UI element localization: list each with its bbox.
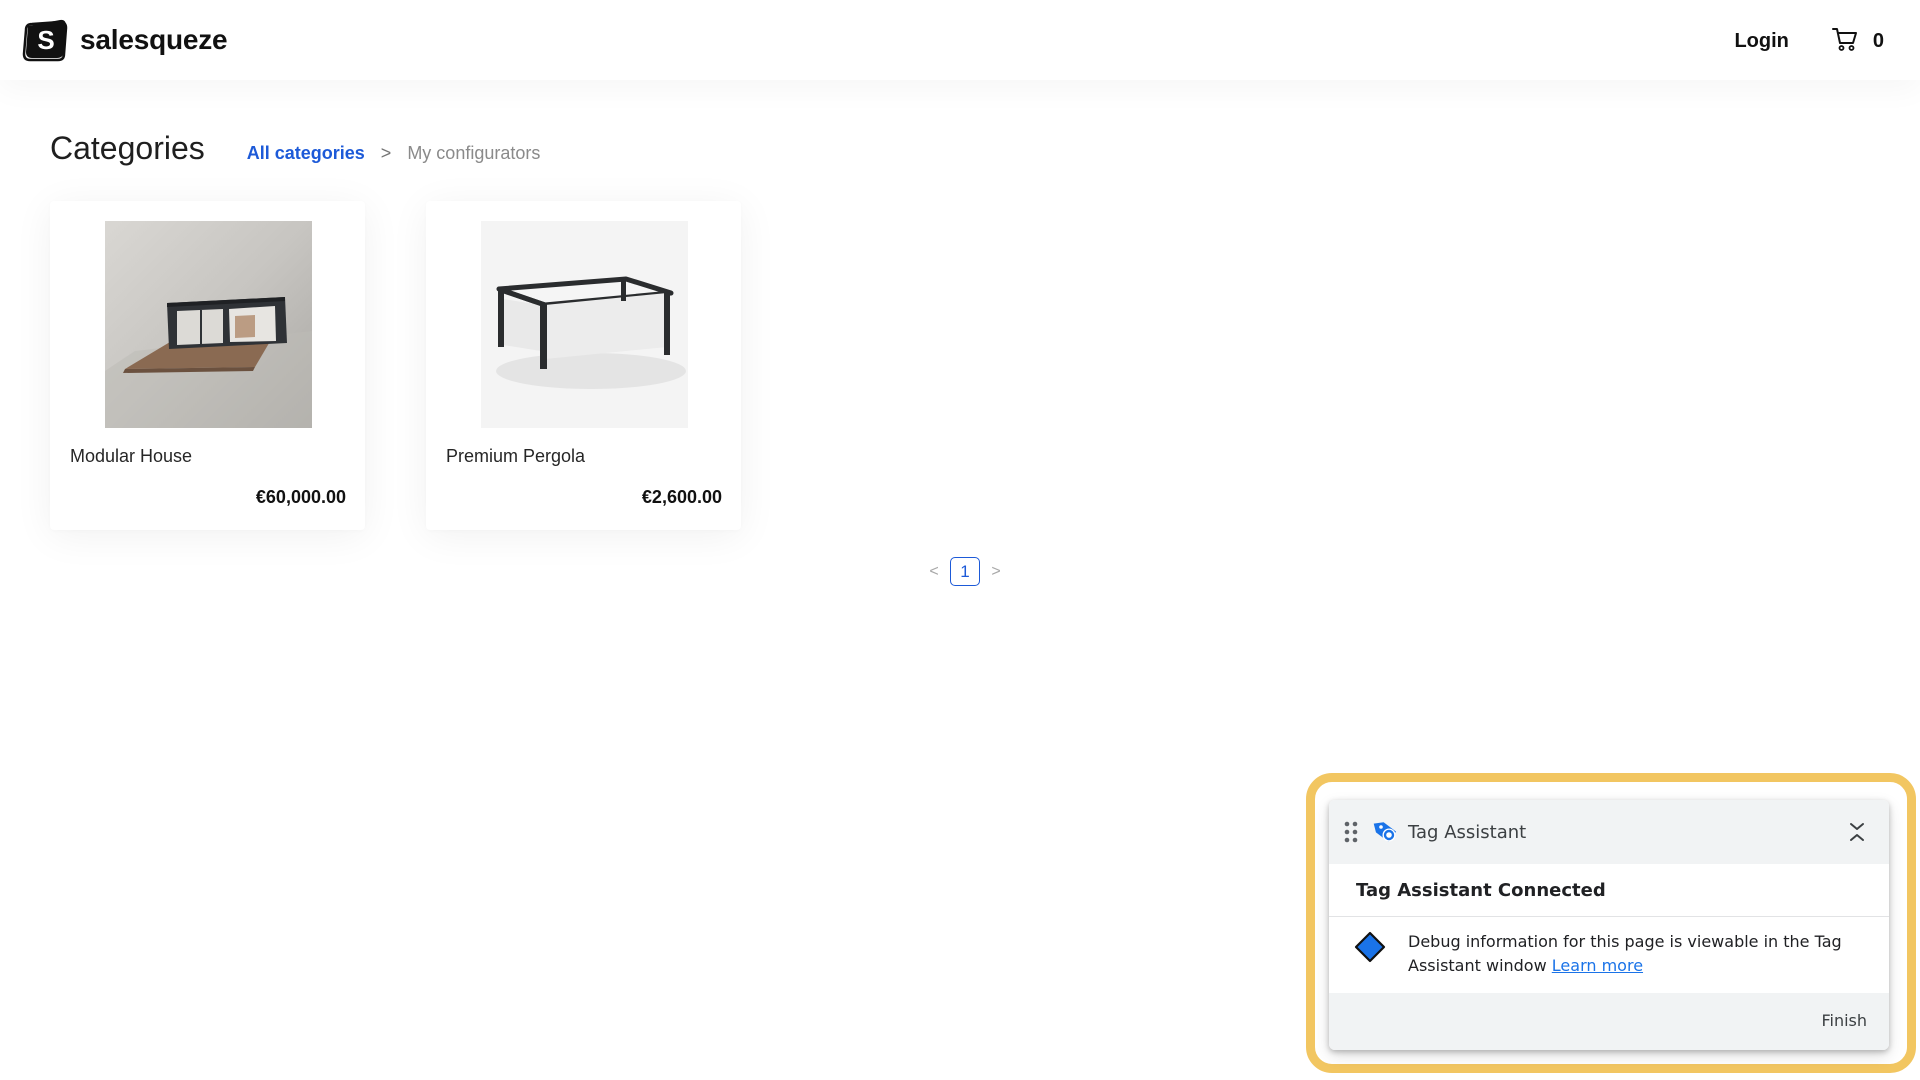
learn-more-link[interactable]: Learn more	[1552, 956, 1643, 975]
site-header: S salesqueze Login 0	[0, 0, 1920, 80]
tag-assistant-title: Tag Assistant	[1408, 821, 1527, 843]
drag-handle-icon[interactable]	[1344, 821, 1358, 843]
product-price: €2,600.00	[641, 487, 722, 507]
tag-assistant-panel: Tag Assistant Tag Assistant Connected De…	[1329, 800, 1889, 1050]
product-image-modular-house	[105, 221, 312, 428]
product-name: Premium Pergola	[446, 446, 586, 466]
cart-count: 0	[1872, 29, 1884, 52]
tag-assistant-body: Debug information for this page is viewa…	[1329, 917, 1889, 993]
page-title: Categories	[50, 130, 205, 166]
finish-button[interactable]: Finish	[1821, 1011, 1867, 1030]
pagination-page-1[interactable]: 1	[950, 557, 980, 586]
pagination-prev-icon[interactable]: <	[924, 563, 944, 581]
tag-assistant-logo-icon	[1372, 818, 1400, 846]
brand-logo[interactable]: S salesqueze	[20, 16, 228, 64]
breadcrumb-separator: >	[380, 143, 392, 163]
pagination-next-icon[interactable]: >	[986, 563, 1006, 581]
page-heading: Categories All categories > My configura…	[50, 130, 540, 167]
product-price: €60,000.00	[255, 487, 346, 507]
breadcrumb-all-categories[interactable]: All categories	[247, 143, 365, 164]
cart-button[interactable]: 0	[1831, 25, 1884, 58]
product-card-premium-pergola[interactable]: Premium Pergola €2,600.00	[426, 201, 741, 530]
collapse-icon[interactable]	[1845, 818, 1869, 846]
tag-assistant-header: Tag Assistant	[1329, 800, 1889, 864]
breadcrumb: All categories > My configurators	[247, 143, 541, 164]
tag-assistant-message: Debug information for this page is viewa…	[1408, 930, 1868, 978]
product-name: Modular House	[70, 446, 193, 466]
pagination: < 1 >	[924, 557, 1006, 586]
tag-assistant-status: Tag Assistant Connected	[1329, 864, 1889, 917]
debug-diamond-icon	[1354, 931, 1386, 963]
product-grid: Modular House €60,000.00 Premium Pergola…	[50, 201, 802, 530]
product-image-premium-pergola	[481, 221, 688, 428]
tag-assistant-footer: Finish	[1329, 993, 1889, 1050]
login-link[interactable]: Login	[1734, 30, 1788, 53]
logo-icon: S	[20, 16, 68, 64]
svg-text:S: S	[37, 25, 54, 55]
cart-icon	[1831, 25, 1859, 58]
product-card-modular-house[interactable]: Modular House €60,000.00	[50, 201, 365, 530]
brand-name: salesqueze	[80, 24, 228, 55]
header-actions: Login 0	[1734, 24, 1884, 58]
breadcrumb-current: My configurators	[407, 143, 541, 163]
